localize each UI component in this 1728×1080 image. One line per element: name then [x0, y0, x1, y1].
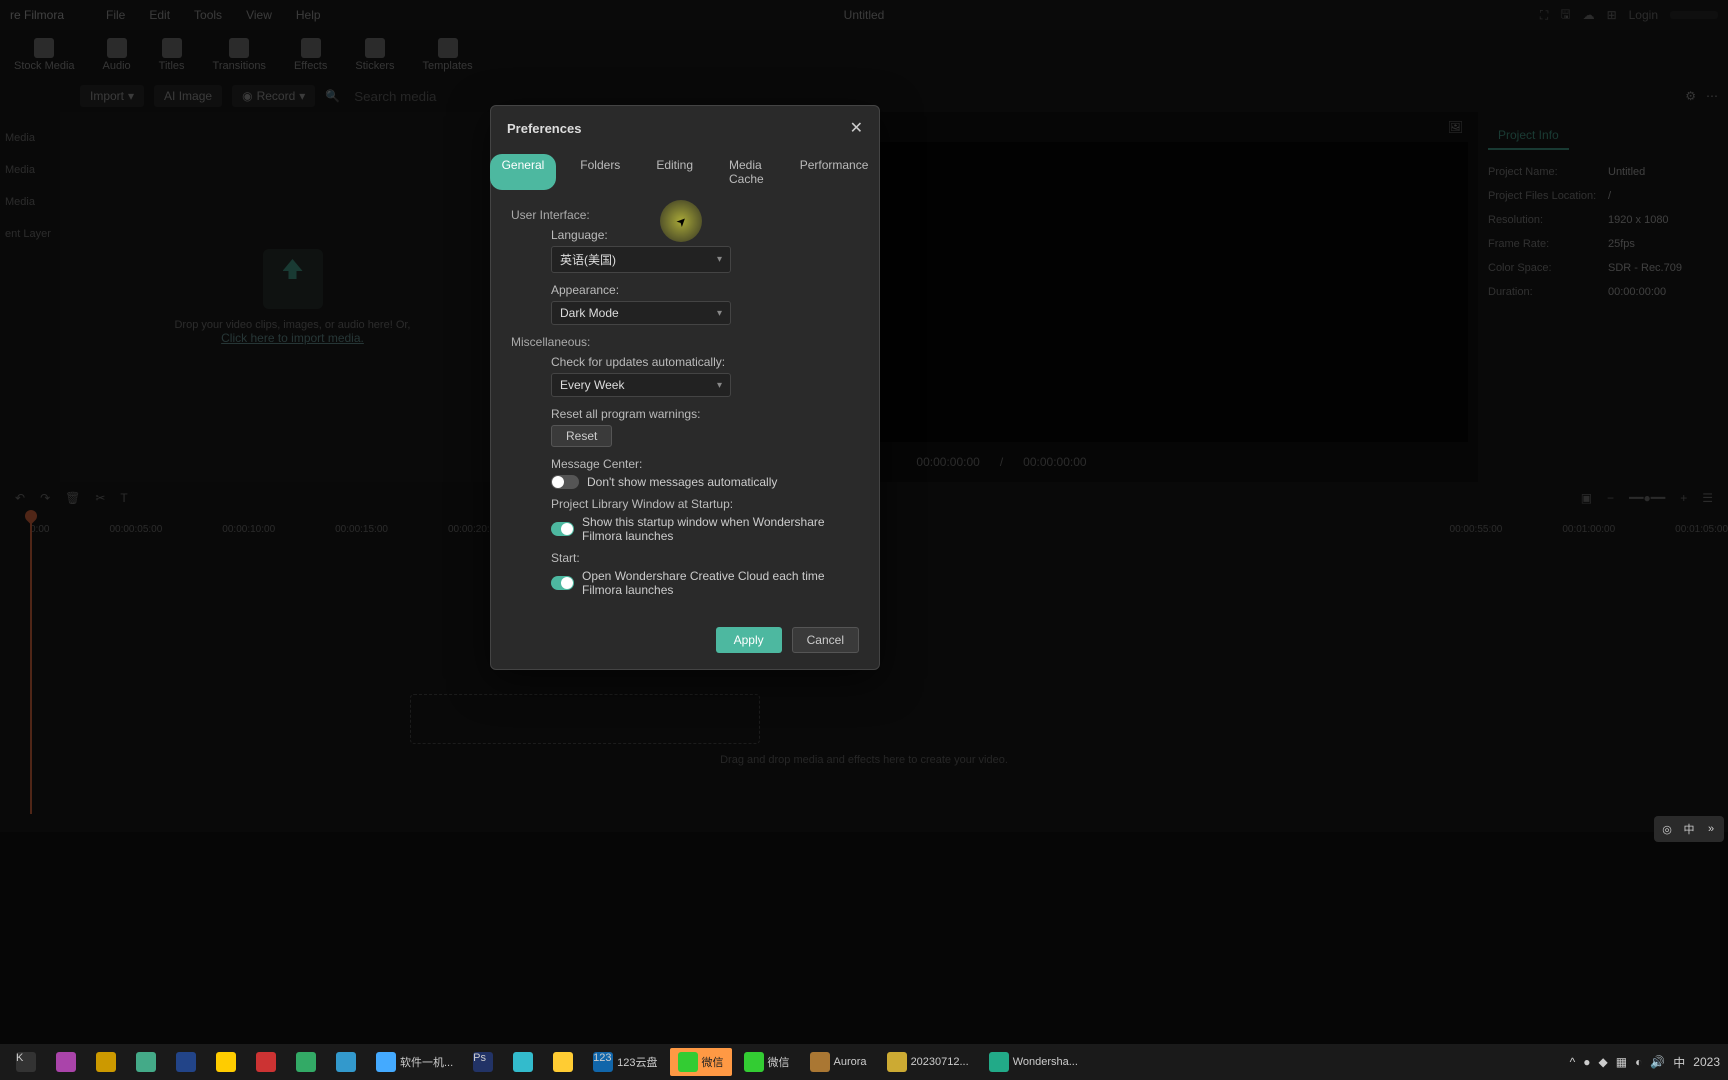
tab-editing[interactable]: Editing: [644, 154, 705, 190]
section-misc: Miscellaneous:: [511, 335, 859, 349]
taskbar-item[interactable]: [88, 1048, 124, 1076]
wechat-icon: [744, 1052, 764, 1072]
appearance-select[interactable]: Dark Mode ▾: [551, 301, 731, 325]
dialog-title: Preferences: [507, 121, 581, 136]
taskbar: K 软件一机... Ps 123123云盘 微信 微信 Aurora 20230…: [0, 1044, 1728, 1080]
chevron-down-icon: ▾: [717, 380, 722, 391]
startup-label: Project Library Window at Startup:: [551, 497, 859, 511]
tab-media-cache[interactable]: Media Cache: [717, 154, 776, 190]
app-icon: [887, 1052, 907, 1072]
app-icon: [513, 1052, 533, 1072]
volume-icon[interactable]: 🔊: [1650, 1055, 1665, 1069]
tab-general[interactable]: General: [490, 154, 557, 190]
taskbar-item[interactable]: Ps: [465, 1048, 501, 1076]
startup-toggle[interactable]: [551, 522, 574, 536]
updates-select[interactable]: Every Week ▾: [551, 373, 731, 397]
msg-toggle-label: Don't show messages automatically: [587, 475, 777, 489]
taskbar-item[interactable]: [128, 1048, 164, 1076]
taskbar-item[interactable]: 微信: [670, 1048, 732, 1076]
chevron-up-icon[interactable]: ^: [1570, 1055, 1576, 1069]
lang-icon[interactable]: 中: [1680, 820, 1698, 838]
app-icon: [96, 1052, 116, 1072]
start-toggle-label: Open Wondershare Creative Cloud each tim…: [582, 569, 859, 597]
tray-icon[interactable]: ◆: [1599, 1055, 1608, 1069]
tab-performance[interactable]: Performance: [788, 154, 881, 190]
tab-folders[interactable]: Folders: [568, 154, 632, 190]
startup-toggle-label: Show this startup window when Wondershar…: [582, 515, 859, 543]
clock[interactable]: 2023: [1693, 1055, 1720, 1069]
app-icon: Ps: [473, 1052, 493, 1072]
taskbar-item[interactable]: Aurora: [802, 1048, 875, 1076]
app-icon: K: [16, 1052, 36, 1072]
app-icon: [136, 1052, 156, 1072]
side-pin: ◎ 中 »: [1654, 816, 1724, 842]
reset-label: Reset all program warnings:: [551, 407, 859, 421]
system-tray: ^ ● ◆ ▦ ◐ 🔊 中 2023: [1570, 1054, 1720, 1071]
updates-label: Check for updates automatically:: [551, 355, 859, 369]
taskbar-item[interactable]: 123123云盘: [585, 1048, 665, 1076]
app-icon: [296, 1052, 316, 1072]
taskbar-item[interactable]: K: [8, 1048, 44, 1076]
language-select[interactable]: 英语(美国) ▾: [551, 246, 731, 273]
app-icon: [376, 1052, 396, 1072]
reset-button[interactable]: Reset: [551, 425, 612, 447]
msg-toggle[interactable]: [551, 475, 579, 489]
tray-icon[interactable]: ▦: [1616, 1055, 1627, 1069]
chevron-down-icon: ▾: [717, 308, 722, 319]
taskbar-item[interactable]: 软件一机...: [368, 1048, 461, 1076]
tray-icon[interactable]: ●: [1583, 1055, 1590, 1069]
language-label: Language:: [551, 228, 859, 242]
exp-icon[interactable]: »: [1702, 820, 1720, 838]
section-ui: User Interface:: [511, 208, 859, 222]
msg-center-label: Message Center:: [551, 457, 859, 471]
taskbar-item[interactable]: 20230712...: [879, 1048, 977, 1076]
taskbar-item[interactable]: [248, 1048, 284, 1076]
wechat-icon: [678, 1052, 698, 1072]
pin-icon[interactable]: ◎: [1658, 820, 1676, 838]
taskbar-item[interactable]: Wondersha...: [981, 1048, 1086, 1076]
app-icon: [553, 1052, 573, 1072]
app-icon: [256, 1052, 276, 1072]
app-icon: [216, 1052, 236, 1072]
taskbar-item[interactable]: [168, 1048, 204, 1076]
appearance-label: Appearance:: [551, 283, 859, 297]
taskbar-item[interactable]: [208, 1048, 244, 1076]
app-icon: [336, 1052, 356, 1072]
taskbar-item[interactable]: 微信: [736, 1048, 798, 1076]
cancel-button[interactable]: Cancel: [792, 627, 859, 653]
close-icon[interactable]: ✕: [850, 118, 863, 138]
dialog-tabs: General Folders Editing Media Cache Perf…: [491, 150, 879, 200]
preferences-dialog: Preferences ✕ General Folders Editing Me…: [490, 105, 880, 670]
tray-icon[interactable]: ◐: [1635, 1055, 1642, 1069]
filmora-icon: [989, 1052, 1009, 1072]
chevron-down-icon: ▾: [717, 254, 722, 265]
lang-indicator[interactable]: 中: [1673, 1054, 1685, 1071]
app-icon: [176, 1052, 196, 1072]
taskbar-item[interactable]: [545, 1048, 581, 1076]
taskbar-item[interactable]: [505, 1048, 541, 1076]
taskbar-item[interactable]: [48, 1048, 84, 1076]
start-toggle[interactable]: [551, 576, 574, 590]
app-icon: 123: [593, 1052, 613, 1072]
app-icon: [56, 1052, 76, 1072]
start-label: Start:: [551, 551, 859, 565]
apply-button[interactable]: Apply: [716, 627, 782, 653]
taskbar-item[interactable]: [288, 1048, 324, 1076]
taskbar-item[interactable]: [328, 1048, 364, 1076]
app-icon: [810, 1052, 830, 1072]
